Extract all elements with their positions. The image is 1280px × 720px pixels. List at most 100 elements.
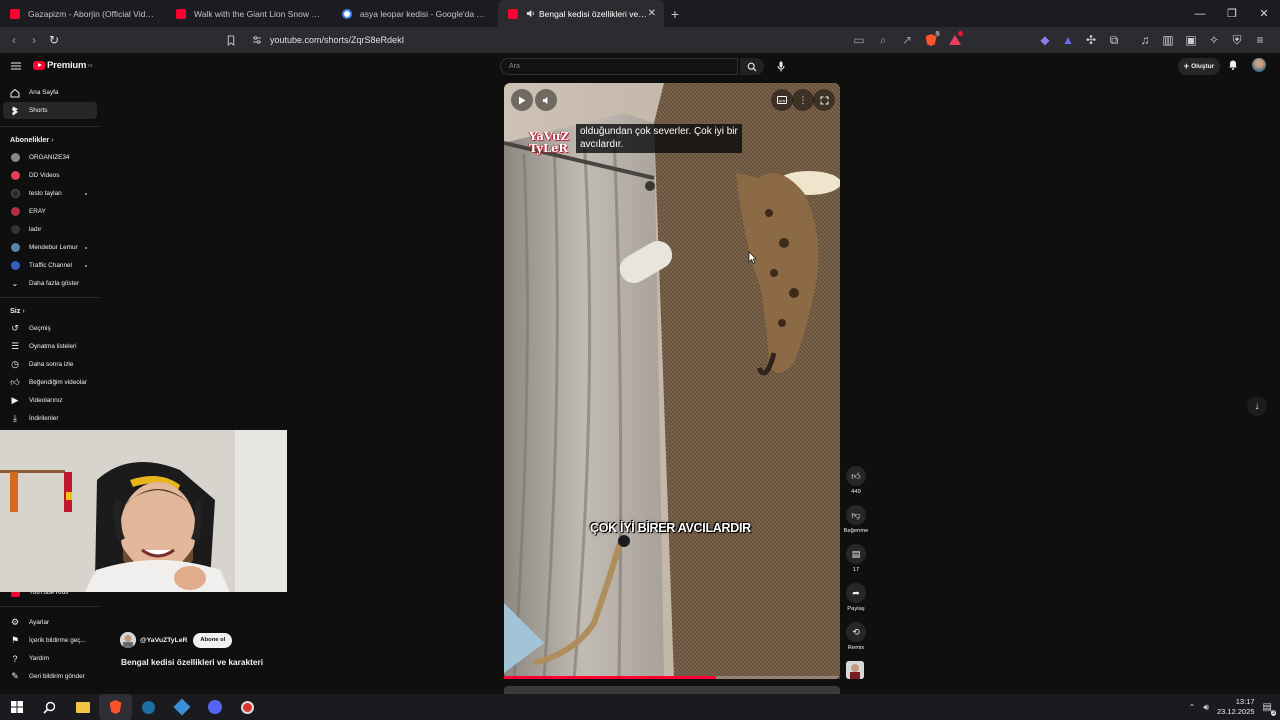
brave-shields-icon[interactable]: 5 [921,30,941,50]
comments-action[interactable]: ▤ 17 [845,544,867,573]
cast-icon[interactable]: ▭ [849,30,869,50]
clock-icon: ◷ [11,359,19,369]
channel-avatar [10,171,20,180]
start-button[interactable] [0,694,33,720]
zoom-icon[interactable]: ⌕ [873,30,893,50]
create-button[interactable]: + Oluştur [1178,58,1220,75]
share-icon[interactable]: ↗ [897,30,917,50]
video-progress-bar[interactable] [504,676,840,679]
remix-action[interactable]: ⟲ Remix [845,622,867,651]
subscribe-button[interactable]: Abone ol [193,632,233,648]
dislike-button[interactable]: 👎︎ [846,505,866,525]
new-tab-button[interactable]: + [664,0,686,27]
sidebar-toggle-icon[interactable]: ▥ [1158,30,1178,50]
like-action[interactable]: 👍︎ 449 [845,466,867,495]
like-button[interactable]: 👍︎ [846,466,866,486]
sidebar-item-feedback[interactable]: ✎ Geri bildirim gönder [3,668,97,685]
file-explorer-button[interactable] [66,694,99,720]
discord-button[interactable] [198,694,231,720]
play-button[interactable] [511,89,533,111]
mute-button[interactable] [535,89,557,111]
sidebar-channel-dd-videos[interactable]: DD Videos [3,167,97,184]
bookmark-icon[interactable] [226,34,236,46]
ai-sparkle-icon[interactable]: ✧ [1204,30,1224,50]
sidebar-channel-traffic-channel[interactable]: Traffic Channel [3,257,97,274]
youtube-premium-logo[interactable]: Premium TR [33,60,93,71]
reload-icon[interactable]: ↻ [44,30,64,50]
sidebar-item-settings[interactable]: ⚙ Ayarlar [3,614,97,631]
tab-2[interactable]: Walk with the Giant Lion Snow - Dea [166,0,332,27]
sidebar-item-help[interactable]: ? Yardım [3,650,97,667]
tab-3[interactable]: asya leopar kedisi - Google'da Ara [332,0,498,27]
you-header[interactable]: Siz › [10,306,25,315]
video-title[interactable]: Bengal kedisi özellikleri ve karakteri [121,657,263,667]
sidebar-item-report-history[interactable]: ⚑ İçerik bildirme geç... [3,632,97,649]
search-taskbar-button[interactable] [33,694,66,720]
tab-4-active[interactable]: Bengal kedisi özellikleri ve ka ✕ [498,0,664,27]
back-icon[interactable]: ‹ [4,30,24,50]
media-icon[interactable]: ♫ [1135,30,1155,50]
search-button[interactable] [740,58,764,75]
more-options-button[interactable]: ⋮ [792,89,814,111]
sidebar-channel-mendebur-lemur[interactable]: Mendebur Lemur [3,239,97,256]
short-video-player[interactable] [504,83,840,679]
channel-label: Traffic Channel [29,262,72,269]
sidebar-channel-eray[interactable]: ERAY [3,203,97,220]
shield-icon[interactable]: ⛨ [1227,30,1247,50]
brave-browser-button[interactable] [99,694,132,720]
address-bar[interactable]: youtube.com/shorts/ZqrS8eRdekI ▭ ⌕ ↗ 5 [220,30,965,50]
channel-avatar[interactable] [120,632,136,648]
sidebar-item-your-videos[interactable]: ▶︎ Videolarınız [3,392,97,409]
steam-button[interactable] [132,694,165,720]
search-input[interactable]: Ara [500,58,738,75]
next-short-preview[interactable] [504,686,840,694]
menu-icon[interactable]: ≡ [1250,30,1270,50]
minimize-button[interactable]: — [1184,0,1216,27]
leo-ai-icon[interactable]: ◆ [1035,30,1055,50]
dislike-action[interactable]: 👎︎ Beğenme [843,505,869,534]
sidebar-channel-ladir[interactable]: ladır [3,221,97,238]
clock[interactable]: 13:17 23.12.2025 [1217,697,1255,717]
sidebar-item-downloads[interactable]: ⤓ İndirilenler [3,410,97,427]
show-more-button[interactable]: ⌄ Daha fazla göster [3,275,97,292]
sidebar-channel-organize34[interactable]: ORGANIZE34 [3,149,97,166]
captions-button[interactable] [771,89,793,111]
extensions-icon[interactable]: ✣ [1081,30,1101,50]
sidebar-item-watch-later[interactable]: ◷ Daha sonra izle [3,356,97,373]
next-video-button[interactable]: ↓ [1247,396,1267,416]
subscriptions-header[interactable]: Abonelikler › [10,135,54,144]
share-action[interactable]: ➦ Paylaş [845,583,867,612]
hamburger-menu-icon[interactable] [11,62,21,70]
site-settings-icon[interactable] [252,35,262,45]
restore-button[interactable]: ❐ [1216,0,1248,27]
notification-center-icon[interactable]: ▤ 3 [1263,702,1276,716]
voice-search-button[interactable] [772,58,790,75]
fullscreen-button[interactable] [813,89,835,111]
sidebar-item-shorts[interactable]: Shorts [3,102,97,119]
forward-icon[interactable]: › [24,30,44,50]
sidebar-channel-testo-taylan[interactable]: testo taylan [3,185,97,202]
comments-button[interactable]: ▤ [846,544,866,564]
app-button-7[interactable] [231,694,264,720]
sidebar-item-home[interactable]: Ana Sayfa [3,84,97,101]
sidebar-item-playlists[interactable]: ☰ Oynatma listeleri [3,338,97,355]
sound-thumbnail[interactable] [846,661,864,679]
channel-name[interactable]: @YaVuZTyLeR [140,637,187,644]
tray-chevron-up-icon[interactable]: ⌃ [1189,703,1196,712]
account-avatar[interactable] [1252,58,1266,72]
dislike-label: Beğenme [843,528,869,534]
remix-button[interactable]: ⟲ [846,622,866,642]
wallet-icon[interactable]: ▣ [1181,30,1201,50]
sidebar-item-history[interactable]: ↺ Geçmiş [3,320,97,337]
volume-tray-icon[interactable]: 🔊︎ [1203,702,1209,713]
sidebar-item-liked-videos[interactable]: 👍︎ Beğendiğim videolar [3,374,97,391]
share-button[interactable]: ➦ [846,583,866,603]
close-window-button[interactable]: ✕ [1248,0,1280,27]
screenshot-icon[interactable]: ⧉ [1104,30,1124,50]
app-button-5[interactable] [165,694,198,720]
brave-rewards-icon[interactable] [945,30,965,50]
close-tab-icon[interactable]: ✕ [648,8,656,19]
notifications-bell-icon[interactable] [1228,59,1238,70]
vpn-icon[interactable]: ▲ [1058,30,1078,50]
tab-1[interactable]: Gazapizm - Aborjin (Official Video) - [0,0,166,27]
